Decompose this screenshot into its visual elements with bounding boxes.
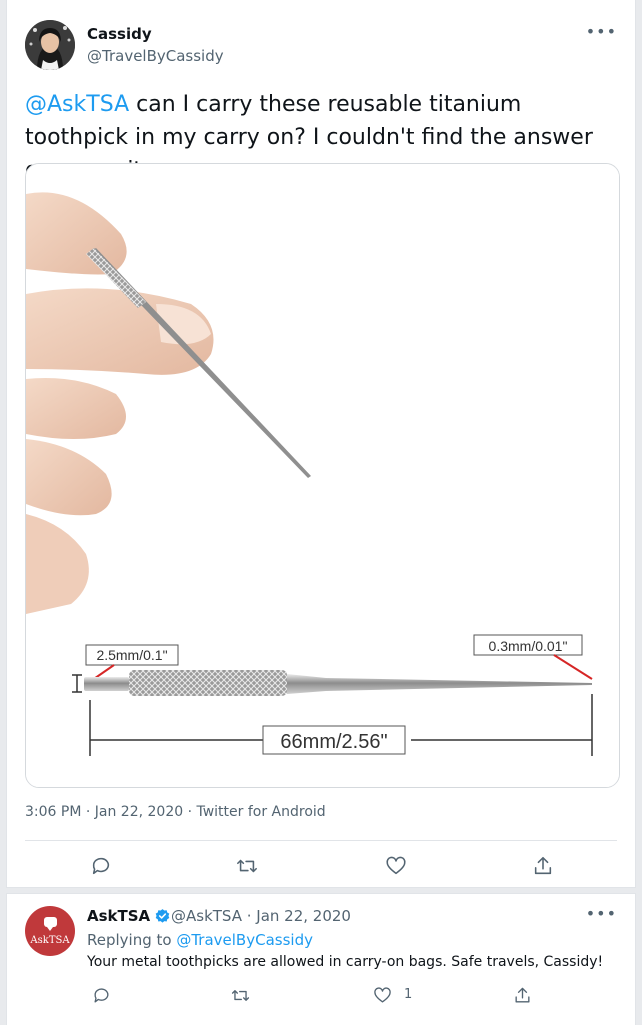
comment-icon [92,857,110,875]
reply-like-button[interactable] [369,982,395,1008]
share-icon [534,856,552,875]
chat-bubble-icon [44,917,57,931]
reply-author-name[interactable]: AskTSA [87,907,150,925]
author-avatar[interactable] [25,20,75,70]
tweet-card: Cassidy @TravelByCassidy ••• @AskTSA can… [6,0,636,888]
like-count: 1 [404,987,413,1002]
verified-badge-icon [155,908,170,923]
reply-retweet-button[interactable] [227,982,253,1008]
label-length: 66mm/2.56" [280,731,387,753]
more-options-icon[interactable]: ••• [586,22,617,41]
author-handle[interactable]: @TravelByCassidy [87,47,224,65]
reply-more-options-icon[interactable]: ••• [586,904,617,923]
heart-icon [373,986,391,1003]
heart-icon [386,856,406,875]
divider [25,840,617,841]
like-button[interactable] [383,853,409,879]
retweet-icon [237,859,257,873]
retweet-button[interactable] [234,853,260,879]
share-icon [514,987,530,1003]
toothpick-photo: 2.5mm/0.1" 0.3mm/0.01" 66mm/2.56" [26,164,619,787]
retweet-icon [231,989,249,1001]
mention-link[interactable]: @AskTSA [25,92,129,117]
reply-share-button[interactable] [509,982,535,1008]
reply-handle-date[interactable]: @AskTSA · Jan 22, 2020 [171,907,351,925]
reply-reply-button[interactable] [88,982,114,1008]
reply-button[interactable] [88,853,114,879]
reply-author[interactable]: AskTSA [87,907,171,925]
tweet-timestamp[interactable]: 3:06 PM · Jan 22, 2020 · Twitter for And… [25,804,326,820]
author-name[interactable]: Cassidy [87,25,152,43]
asktsa-avatar[interactable]: AskTSA [25,906,75,956]
share-button[interactable] [530,853,556,879]
reply-text: Your metal toothpicks are allowed in car… [87,954,604,970]
tweet-image[interactable]: 2.5mm/0.1" 0.3mm/0.01" 66mm/2.56" [25,163,620,788]
replying-prefix: Replying to [87,931,177,949]
avatar-text: AskTSA [30,935,70,946]
replying-to: Replying to @TravelByCassidy [87,931,313,949]
reply-card: AskTSA AskTSA @AskTSA · Jan 22, 2020 •••… [6,893,636,1025]
comment-icon [93,987,108,1003]
label-tip-diameter: 0.3mm/0.01" [489,638,568,654]
label-head-diameter: 2.5mm/0.1" [96,647,167,663]
replying-to-link[interactable]: @TravelByCassidy [176,931,313,949]
